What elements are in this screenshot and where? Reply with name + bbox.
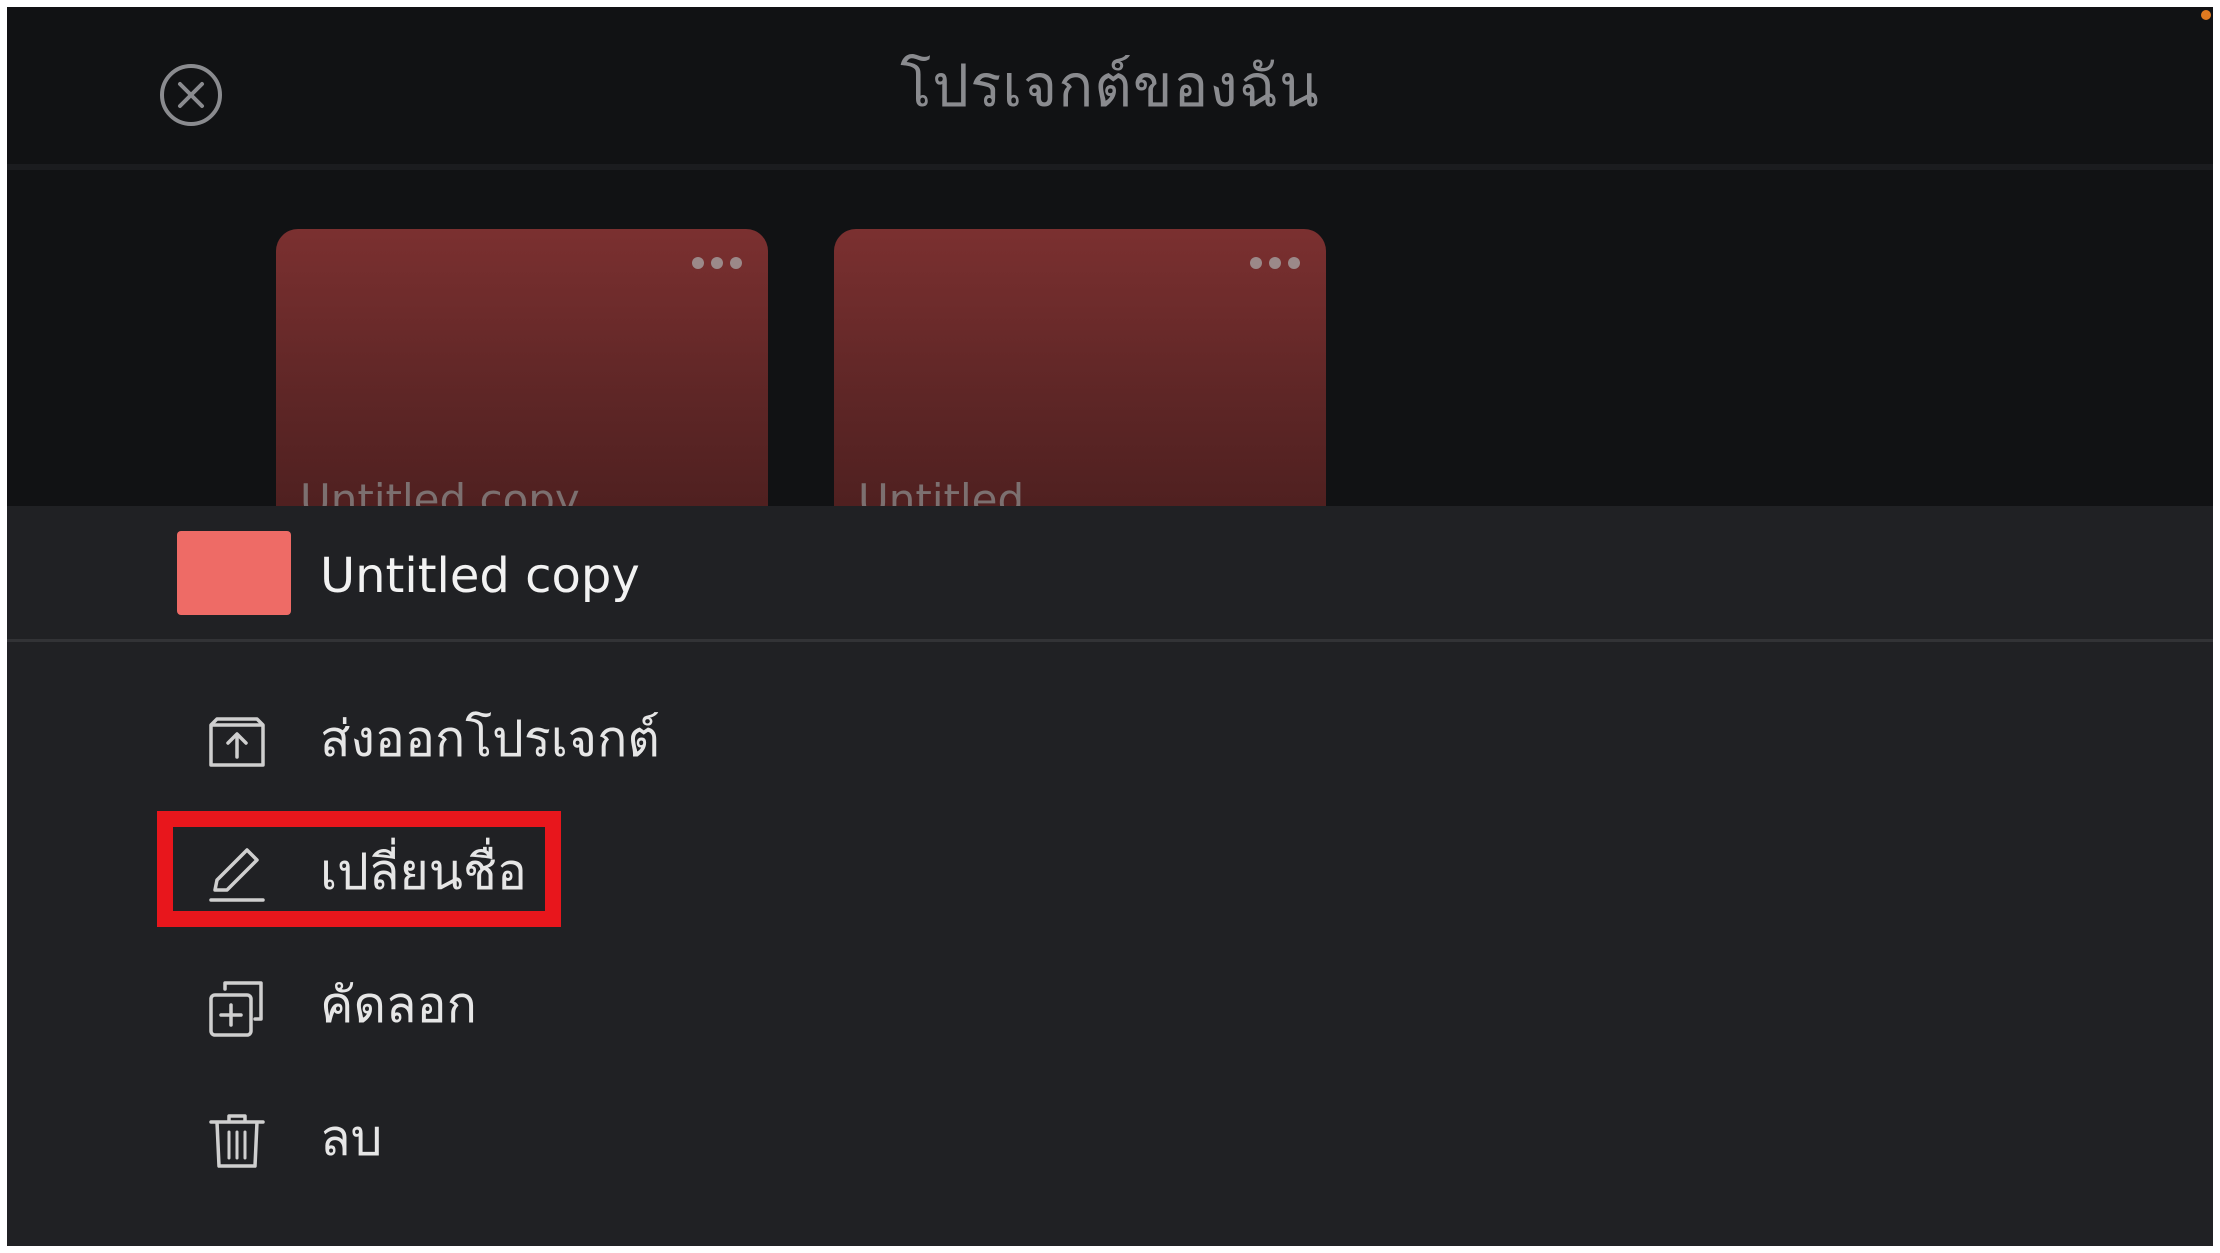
sheet-title: Untitled copy (320, 548, 640, 604)
more-options-icon[interactable] (692, 257, 742, 269)
project-options-sheet: Untitled copy ส่งออกโปรเจกต์ เปลี่ยนชื่อ… (7, 506, 2213, 1246)
duplicate-icon (205, 975, 269, 1039)
more-options-icon[interactable] (1250, 257, 1300, 269)
menu-item-label: เปลี่ยนชื่อ (320, 843, 527, 901)
header: โปรเจกต์ของฉัน (7, 7, 2213, 164)
menu-item-duplicate[interactable]: คัดลอก (177, 955, 877, 1055)
menu-item-rename[interactable]: เปลี่ยนชื่อ (177, 822, 877, 922)
project-card-label: Untitled copy (300, 475, 580, 509)
project-card[interactable]: Untitled copy (276, 229, 768, 509)
export-icon (205, 709, 269, 773)
trash-icon (205, 1108, 269, 1172)
menu-item-export-project[interactable]: ส่งออกโปรเจกต์ (177, 689, 877, 789)
close-button[interactable] (151, 55, 231, 135)
page-title: โปรเจกต์ของฉัน (900, 52, 1320, 120)
sheet-header: Untitled copy (7, 506, 2213, 642)
project-card[interactable]: Untitled (834, 229, 1326, 509)
menu-item-label: คัดลอก (320, 976, 477, 1034)
close-circle-icon (160, 64, 222, 126)
menu-item-label: ส่งออกโปรเจกต์ (320, 710, 660, 768)
header-divider (7, 164, 2213, 170)
pencil-icon (205, 842, 269, 906)
project-color-swatch (177, 531, 291, 615)
app-screen: โปรเจกต์ของฉัน Untitled copy Untitled Un… (7, 7, 2213, 1246)
status-indicator-dot (2201, 10, 2211, 20)
project-card-label: Untitled (858, 475, 1025, 509)
menu-item-delete[interactable]: ลบ (177, 1088, 877, 1188)
menu-item-label: ลบ (320, 1109, 383, 1167)
